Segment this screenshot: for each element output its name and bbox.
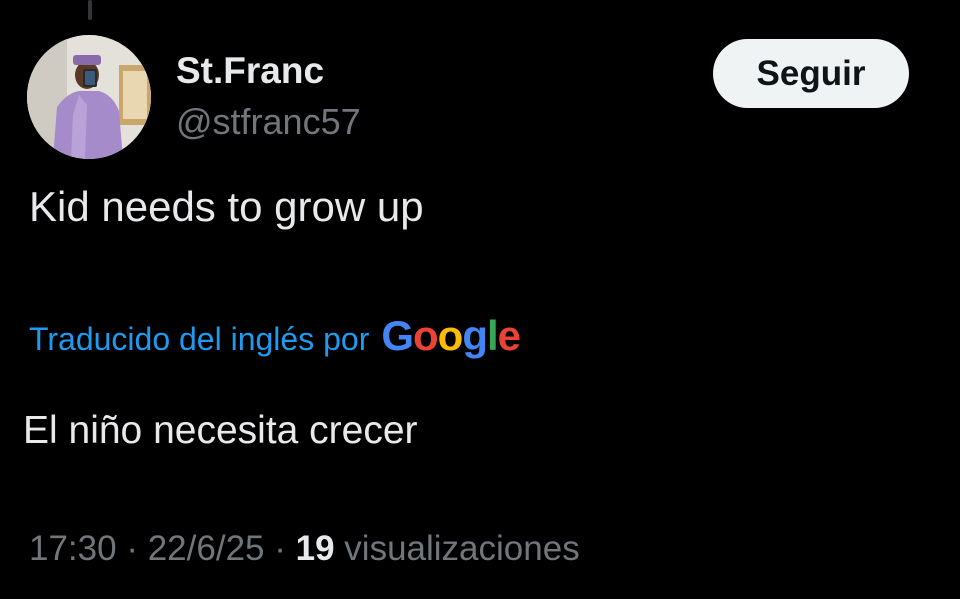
follow-button[interactable]: Seguir [713, 39, 909, 108]
translation-label[interactable]: Traducido del inglés por [29, 321, 369, 358]
avatar[interactable] [27, 35, 151, 159]
tweet-time[interactable]: 17:30 [29, 529, 117, 568]
meta-separator: · [274, 529, 286, 568]
tweet-detail: St.Franc @stfranc57 Seguir Kid needs to … [0, 0, 960, 599]
translated-tweet-text: El niño necesita crecer [23, 409, 418, 452]
tweet-date[interactable]: 22/6/25 [148, 529, 265, 568]
meta-separator: · [126, 529, 138, 568]
translation-attribution[interactable]: Traducido del inglés por Google [29, 312, 521, 360]
avatar-photo [27, 35, 151, 159]
tweet-text: Kid needs to grow up [29, 183, 424, 230]
thread-connector-line [88, 0, 92, 20]
google-logo: Google [381, 312, 521, 359]
views-count[interactable]: 19 [296, 529, 335, 568]
views-label[interactable]: visualizaciones [344, 529, 579, 568]
author-display-name[interactable]: St.Franc [176, 50, 324, 92]
author-handle[interactable]: @stfranc57 [176, 101, 361, 143]
tweet-metadata: 17:30 · 22/6/25 · 19 visualizaciones [29, 529, 580, 569]
